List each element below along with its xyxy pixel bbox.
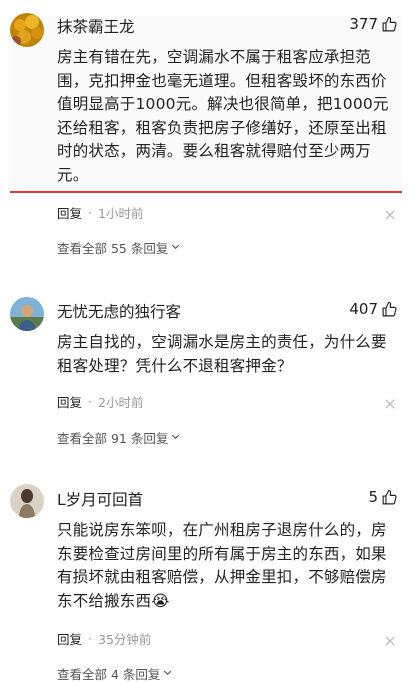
comment-meta: 回复 · 1小时前	[57, 203, 143, 222]
commenter-name[interactable]: L岁月可回首	[57, 488, 143, 510]
commenter-name[interactable]: 无忧无虑的独行客	[57, 300, 181, 322]
timestamp: 35分钟前	[98, 632, 152, 647]
thumbs-up-icon[interactable]	[381, 301, 398, 318]
view-all-replies-link[interactable]: 查看全部 91 条回复	[57, 428, 181, 447]
close-icon[interactable]	[384, 395, 396, 409]
separator: ·	[88, 631, 92, 646]
chevron-down-icon	[170, 430, 181, 445]
separator: ·	[88, 205, 92, 220]
view-all-replies-link[interactable]: 查看全部 55 条回复	[57, 238, 181, 257]
comment-text: 房主有错在先，空调漏水不属于租客应承担范围，克扣押金也毫无道理。但租客毁坏的东西…	[57, 48, 389, 184]
comment-meta: 回复 · 2小时前	[57, 392, 143, 411]
view-all-replies-label: 查看全部 4 条回复	[57, 667, 161, 682]
view-all-replies-label: 查看全部 55 条回复	[57, 241, 169, 256]
comment-text: 房主自找的，空调漏水是房主的责任，为什么要租客处理？凭什么不退租客押金？	[57, 333, 387, 375]
reply-button[interactable]: 回复	[57, 203, 82, 222]
avatar[interactable]	[10, 13, 44, 47]
chevron-down-icon	[170, 240, 181, 255]
comment-text: 只能说房东笨呗，在广州租房子退房什么的，房东要检查过房间里的所有属于房主的东西，…	[57, 521, 387, 610]
like-control[interactable]: 407	[349, 300, 398, 318]
thumbs-up-icon[interactable]	[381, 16, 398, 33]
like-control[interactable]: 377	[349, 15, 398, 33]
avatar[interactable]	[10, 297, 44, 331]
close-icon[interactable]	[384, 206, 396, 220]
close-icon[interactable]	[384, 632, 396, 646]
like-count: 407	[349, 300, 378, 318]
like-control[interactable]: 5	[368, 488, 398, 506]
like-count: 377	[349, 15, 378, 33]
view-all-replies-link[interactable]: 查看全部 4 条回复	[57, 664, 173, 683]
reply-button[interactable]: 回复	[57, 392, 82, 411]
reply-button[interactable]: 回复	[57, 629, 82, 648]
timestamp: 2小时前	[98, 395, 144, 410]
commenter-name[interactable]: 抹茶霸王龙	[57, 15, 135, 37]
timestamp: 1小时前	[98, 206, 144, 221]
thumbs-up-icon[interactable]	[381, 489, 398, 506]
like-count: 5	[368, 488, 378, 506]
view-all-replies-label: 查看全部 91 条回复	[57, 431, 169, 446]
highlight-underline	[10, 191, 402, 193]
comment-meta: 回复 · 35分钟前	[57, 629, 151, 648]
chevron-down-icon	[162, 666, 173, 681]
avatar[interactable]	[10, 484, 44, 518]
separator: ·	[88, 394, 92, 409]
